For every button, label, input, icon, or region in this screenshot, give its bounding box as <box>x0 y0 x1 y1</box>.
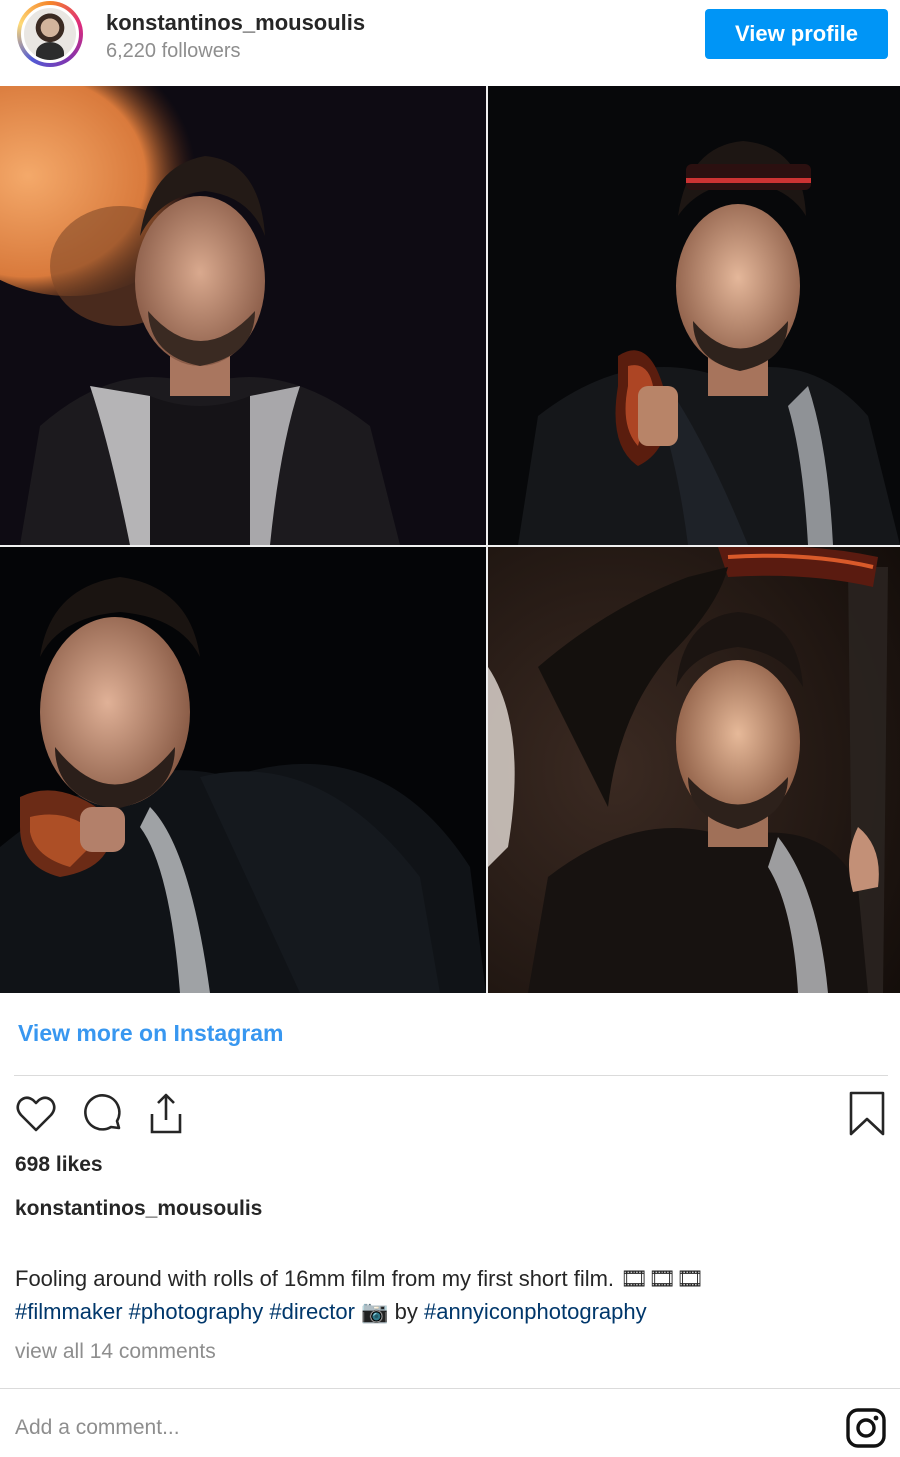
instagram-icon[interactable] <box>845 1407 887 1449</box>
caption-username[interactable]: konstantinos_mousoulis <box>15 1197 262 1221</box>
photo-portrait-bokeh[interactable] <box>0 86 486 545</box>
hashtags[interactable]: #filmmaker #photography #director <box>15 1299 355 1324</box>
likes-count[interactable]: 698 likes <box>15 1153 103 1177</box>
instagram-embed: konstantinos_mousoulis 6,220 followers V… <box>0 0 900 1457</box>
view-more-link[interactable]: View more on Instagram <box>18 1020 283 1047</box>
photo-film-headband[interactable] <box>488 86 900 545</box>
comment-icon[interactable] <box>78 1090 126 1138</box>
avatar-ring[interactable] <box>17 1 83 67</box>
followers-count: 6,220 followers <box>106 40 241 62</box>
caption-by: by <box>394 1299 418 1324</box>
share-icon[interactable] <box>142 1090 190 1138</box>
caption-line1: Fooling around with rolls of 16mm film f… <box>15 1266 704 1291</box>
photo-film-chin[interactable] <box>0 547 486 993</box>
view-profile-button[interactable]: View profile <box>705 9 888 59</box>
divider <box>0 1388 900 1389</box>
photo-film-overhead[interactable] <box>488 547 900 993</box>
username[interactable]: konstantinos_mousoulis <box>106 10 365 36</box>
caption-text: Fooling around with rolls of 16mm film f… <box>15 1262 875 1328</box>
view-comments-link[interactable]: view all 14 comments <box>15 1340 216 1364</box>
bookmark-icon[interactable] <box>843 1090 891 1138</box>
photo-grid[interactable] <box>0 86 900 993</box>
camera-emoji: 📷 <box>361 1299 389 1324</box>
add-comment-input[interactable]: Add a comment... <box>15 1416 180 1440</box>
credit-hashtag[interactable]: #annyiconphotography <box>424 1299 647 1324</box>
caption-line2: #filmmaker #photography #director 📷 by #… <box>15 1295 875 1328</box>
heart-icon[interactable] <box>12 1090 60 1138</box>
post-header: konstantinos_mousoulis 6,220 followers V… <box>0 0 900 86</box>
avatar-body <box>36 42 64 60</box>
avatar[interactable] <box>21 5 79 63</box>
divider <box>14 1075 888 1076</box>
